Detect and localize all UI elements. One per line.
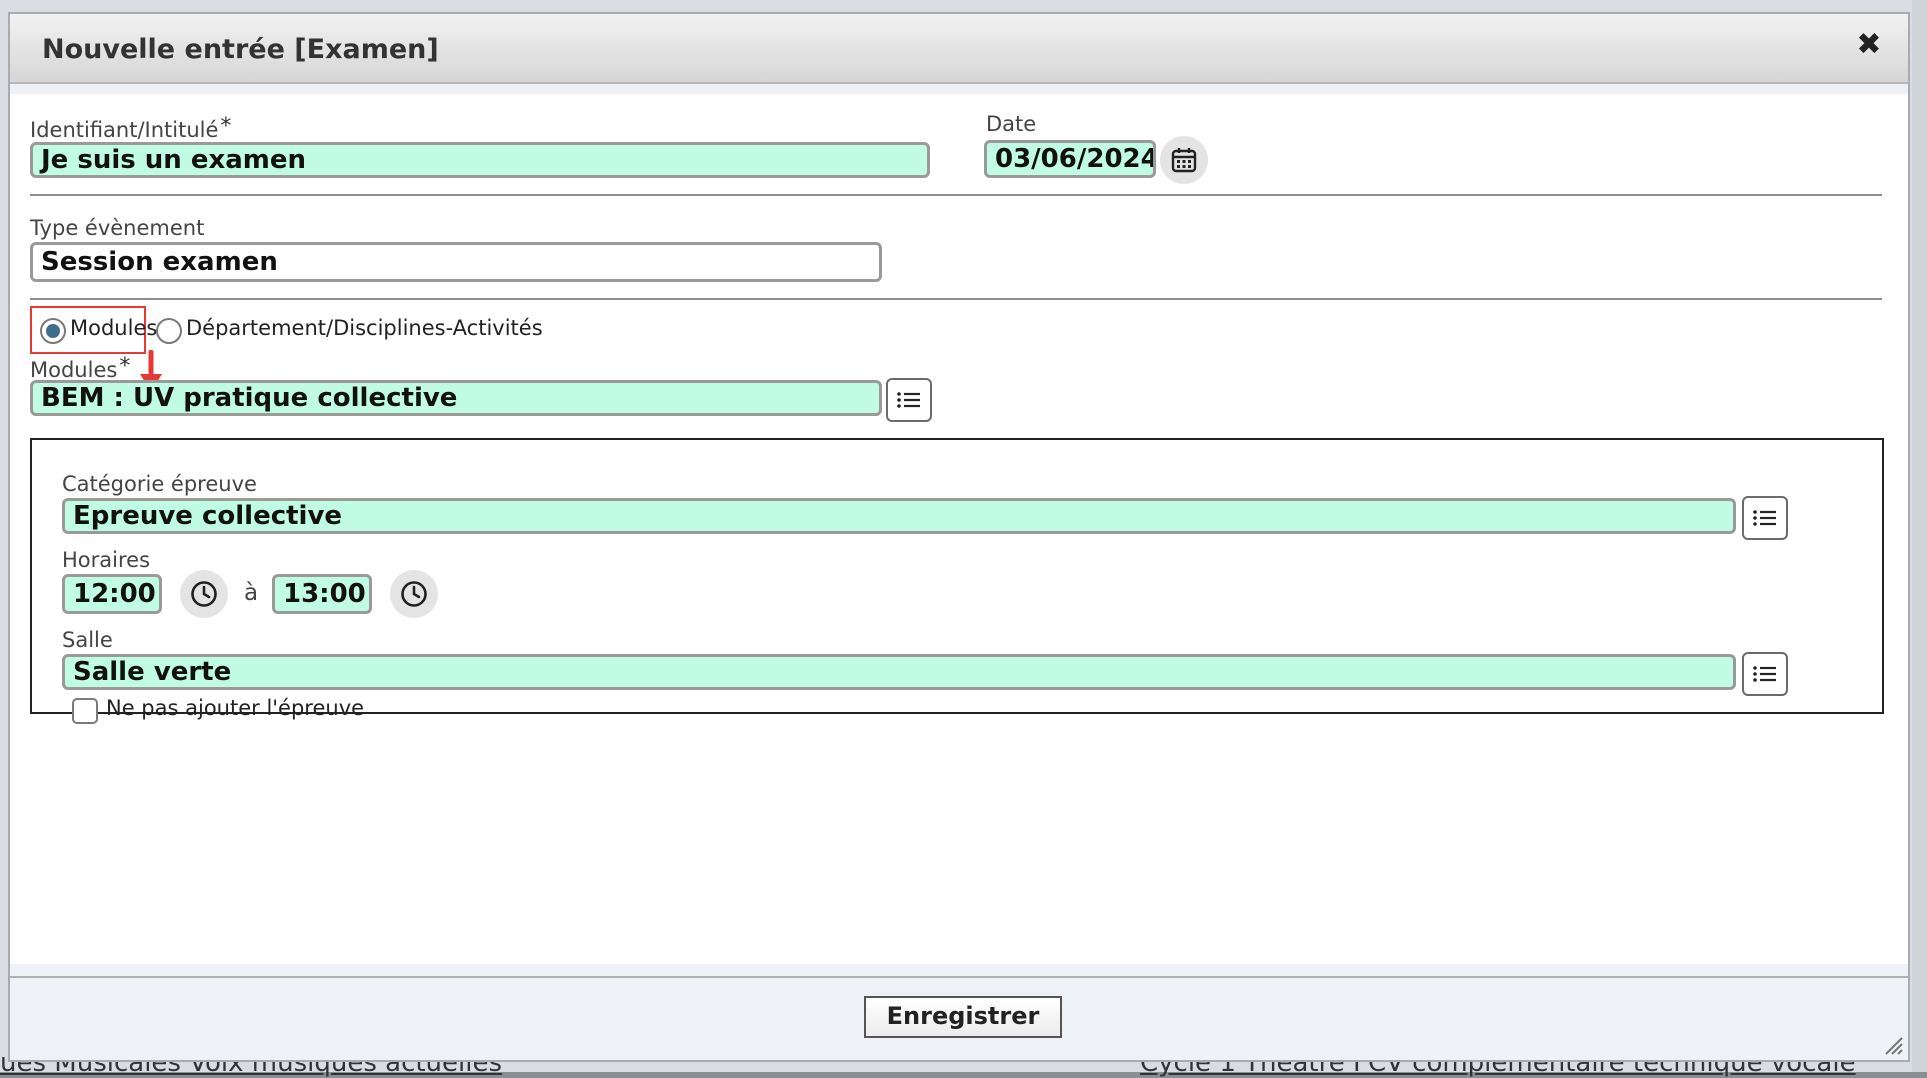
dialog-title: Nouvelle entrée [Examen] [42, 34, 439, 65]
start-time-input[interactable]: 12:00 [62, 574, 162, 614]
close-icon[interactable]: ✖ [1852, 28, 1886, 62]
divider [30, 194, 1882, 196]
calendar-icon[interactable] [1160, 136, 1208, 184]
salle-input[interactable]: Salle verte [62, 654, 1736, 690]
required-marker: * [119, 354, 131, 379]
type-evenement-select[interactable]: Session examen [30, 242, 882, 282]
radio-departement[interactable] [156, 318, 182, 344]
modules-label-text: Modules [30, 358, 118, 382]
dialog-content: Identifiant/Intitulé* Je suis un examen … [10, 94, 1908, 964]
list-icon[interactable] [1742, 652, 1788, 696]
divider [30, 298, 1882, 300]
save-button[interactable]: Enregistrer [864, 996, 1062, 1038]
date-input[interactable]: 03/06/2024 [984, 140, 1156, 178]
identifiant-input[interactable]: Je suis un examen [30, 142, 930, 178]
background-scrollbar [1912, 0, 1927, 1072]
dialog-titlebar[interactable]: Nouvelle entrée [Examen] ✖ [10, 14, 1908, 84]
list-icon[interactable] [886, 378, 932, 422]
radio-departement-label: Département/Disciplines-Activités [186, 316, 543, 340]
modules-input[interactable]: BEM : UV pratique collective [30, 380, 882, 416]
required-marker: * [220, 114, 232, 139]
end-time-input[interactable]: 13:00 [272, 574, 372, 614]
type-evenement-label: Type évènement [30, 216, 205, 240]
date-label: Date [986, 112, 1037, 136]
clock-icon[interactable] [180, 570, 228, 618]
time-separator: à [244, 580, 259, 606]
radio-modules-label: Modules [70, 316, 158, 340]
no-add-epreuve-checkbox[interactable] [72, 698, 98, 724]
salle-label: Salle [62, 628, 113, 652]
clock-icon[interactable] [390, 570, 438, 618]
radio-modules[interactable] [40, 318, 66, 344]
list-icon[interactable] [1742, 496, 1788, 540]
no-add-epreuve-label: Ne pas ajouter l'épreuve [106, 696, 365, 720]
resize-handle-icon[interactable] [1882, 1034, 1904, 1056]
horaires-label: Horaires [62, 548, 151, 572]
identifiant-label: Identifiant/Intitulé* [30, 114, 231, 142]
categorie-input[interactable]: Epreuve collective [62, 498, 1736, 534]
modules-label: Modules* [30, 354, 130, 382]
footer-divider [10, 976, 1908, 978]
identifiant-label-text: Identifiant/Intitulé [30, 118, 219, 142]
epreuve-panel: Catégorie épreuve Epreuve collective Hor… [30, 438, 1884, 724]
categorie-label: Catégorie épreuve [62, 472, 257, 496]
new-entry-dialog: Nouvelle entrée [Examen] ✖ Identifiant/I… [8, 12, 1910, 1062]
